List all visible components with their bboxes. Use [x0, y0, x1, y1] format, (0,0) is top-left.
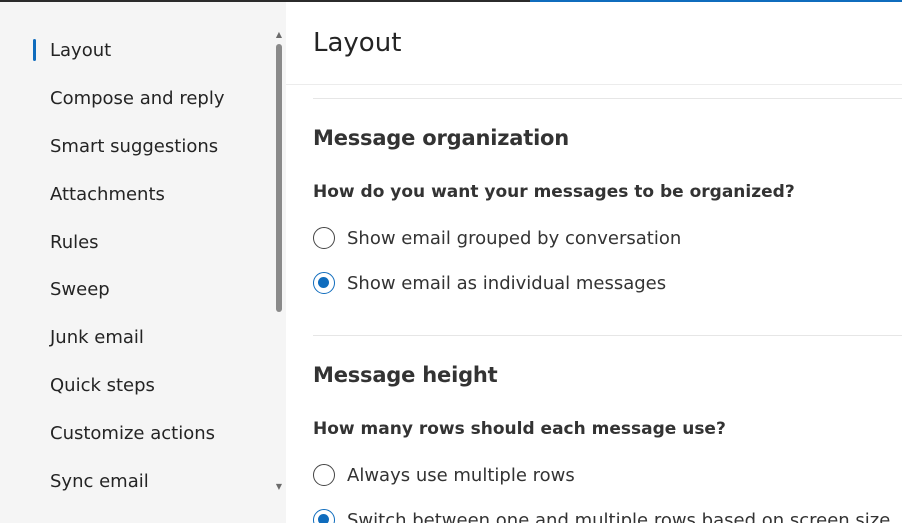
radio-button[interactable]: [313, 464, 335, 486]
section-question: How do you want your messages to be orga…: [313, 182, 795, 202]
scroll-up-arrow-icon[interactable]: ▲: [274, 30, 284, 40]
sidebar-item-label: Rules: [50, 231, 99, 253]
sidebar-item-smart-suggestions[interactable]: Smart suggestions: [33, 126, 268, 166]
sidebar-item-quick-steps[interactable]: Quick steps: [33, 365, 268, 405]
radio-button[interactable]: [313, 227, 335, 249]
sidebar-item-label: Junk email: [50, 326, 144, 348]
sidebar-item-rules[interactable]: Rules: [33, 222, 268, 262]
sidebar-item-attachments[interactable]: Attachments: [33, 174, 268, 214]
radio-button-checked[interactable]: [313, 509, 335, 523]
section-question: How many rows should each message use?: [313, 419, 726, 439]
radio-label: Show email grouped by conversation: [347, 227, 682, 249]
radio-button-checked[interactable]: [313, 272, 335, 294]
radio-option-multiple-rows[interactable]: Always use multiple rows: [313, 460, 575, 490]
sidebar-item-label: Sweep: [50, 278, 110, 300]
settings-sidebar: Layout Compose and reply Smart suggestio…: [0, 2, 286, 523]
scroll-down-arrow-icon[interactable]: ▼: [274, 482, 284, 492]
radio-option-switch-rows-by-screen-size[interactable]: Switch between one and multiple rows bas…: [313, 505, 890, 523]
radio-option-individual-messages[interactable]: Show email as individual messages: [313, 268, 666, 298]
header-divider: [286, 84, 902, 85]
sidebar-item-sweep[interactable]: Sweep: [33, 269, 268, 309]
sidebar-item-label: Layout: [50, 39, 112, 61]
scrollbar-thumb[interactable]: [276, 44, 282, 312]
sidebar-item-customize-actions[interactable]: Customize actions: [33, 413, 268, 453]
radio-label: Always use multiple rows: [347, 464, 575, 486]
section-divider: [313, 335, 902, 336]
page-title: Layout: [313, 28, 402, 58]
sidebar-item-layout[interactable]: Layout: [33, 30, 268, 70]
sidebar-item-label: Smart suggestions: [50, 135, 219, 157]
sidebar-item-compose-and-reply[interactable]: Compose and reply: [33, 78, 268, 118]
sidebar-item-sync-email[interactable]: Sync email: [33, 461, 268, 501]
settings-content: Layout Message organization How do you w…: [286, 2, 902, 523]
sidebar-item-label: Compose and reply: [50, 87, 225, 109]
sidebar-item-label: Sync email: [50, 470, 149, 492]
radio-option-grouped-by-conversation[interactable]: Show email grouped by conversation: [313, 223, 681, 253]
sidebar-item-label: Customize actions: [50, 422, 215, 444]
radio-label: Show email as individual messages: [347, 272, 667, 294]
section-title: Message organization: [313, 126, 570, 150]
sidebar-scrollbar[interactable]: ▲ ▼: [272, 30, 286, 495]
sidebar-item-label: Quick steps: [50, 374, 155, 396]
section-divider: [313, 98, 902, 99]
sidebar-item-label: Attachments: [50, 183, 165, 205]
selected-indicator: [33, 39, 36, 61]
radio-label: Switch between one and multiple rows bas…: [347, 509, 891, 523]
sidebar-item-junk-email[interactable]: Junk email: [33, 317, 268, 357]
section-title: Message height: [313, 363, 498, 387]
